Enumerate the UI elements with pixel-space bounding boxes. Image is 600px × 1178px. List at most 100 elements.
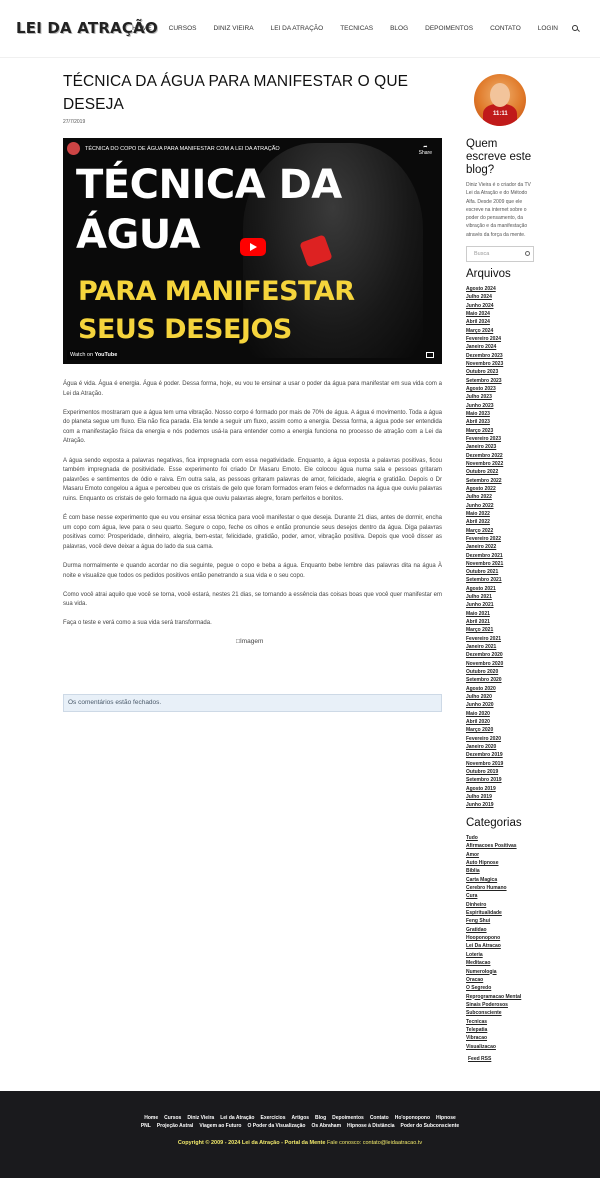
nav-contato[interactable]: CONTATO: [490, 25, 521, 32]
archive-link[interactable]: Fevereiro 2022: [466, 535, 536, 543]
category-link[interactable]: Tudo: [466, 834, 536, 842]
footer-link[interactable]: Projeção Astral: [157, 1123, 194, 1129]
archive-link[interactable]: Julho 2023: [466, 393, 536, 401]
archive-link[interactable]: Outubro 2020: [466, 668, 536, 676]
archive-link[interactable]: Janeiro 2023: [466, 443, 536, 451]
nav-lei-da-atracao[interactable]: LEI DA ATRAÇÃO: [271, 25, 324, 32]
archive-link[interactable]: Setembro 2020: [466, 676, 536, 684]
archive-link[interactable]: Dezembro 2020: [466, 651, 536, 659]
archive-link[interactable]: Novembro 2022: [466, 460, 536, 468]
archive-link[interactable]: Janeiro 2020: [466, 743, 536, 751]
archive-link[interactable]: Abril 2021: [466, 618, 536, 626]
search-icon[interactable]: [525, 251, 530, 256]
archive-link[interactable]: Abril 2023: [466, 418, 536, 426]
category-link[interactable]: Dinheiro: [466, 901, 536, 909]
archive-link[interactable]: Julho 2024: [466, 293, 536, 301]
archive-link[interactable]: Agosto 2024: [466, 285, 536, 293]
archive-link[interactable]: Dezembro 2023: [466, 352, 536, 360]
category-link[interactable]: Lei Da Atracao: [466, 942, 536, 950]
play-button[interactable]: [240, 238, 266, 256]
category-link[interactable]: Numerologia: [466, 968, 536, 976]
video-player[interactable]: TÉCNICA DO COPO DE ÁGUA PARA MANIFESTAR …: [63, 138, 442, 364]
watch-on-youtube[interactable]: Watch on YouTube: [67, 350, 121, 360]
footer-link[interactable]: Ho'oponopono: [395, 1115, 430, 1121]
archive-link[interactable]: Junho 2023: [466, 402, 536, 410]
archive-link[interactable]: Outubro 2019: [466, 768, 536, 776]
category-link[interactable]: Gratidao: [466, 926, 536, 934]
archive-link[interactable]: Maio 2024: [466, 310, 536, 318]
archive-link[interactable]: Outubro 2021: [466, 568, 536, 576]
archive-link[interactable]: Junho 2019: [466, 801, 536, 809]
category-link[interactable]: Reprogramacao Mental: [466, 993, 536, 1001]
footer-link[interactable]: Blog: [315, 1115, 326, 1121]
archive-link[interactable]: Setembro 2021: [466, 576, 536, 584]
footer-link[interactable]: O Poder da Visualização: [247, 1123, 305, 1129]
archive-link[interactable]: Junho 2020: [466, 701, 536, 709]
category-link[interactable]: Feng Shui: [466, 917, 536, 925]
archive-link[interactable]: Setembro 2019: [466, 776, 536, 784]
category-link[interactable]: Amor: [466, 851, 536, 859]
rss-link[interactable]: Feed RSS: [468, 1056, 491, 1062]
archive-link[interactable]: Agosto 2021: [466, 585, 536, 593]
share-button[interactable]: ➦ Share: [419, 144, 432, 156]
category-link[interactable]: Loteria: [466, 951, 536, 959]
footer-link[interactable]: Cursos: [164, 1115, 181, 1121]
archive-link[interactable]: Junho 2021: [466, 601, 536, 609]
archive-link[interactable]: Fevereiro 2023: [466, 435, 536, 443]
archive-link[interactable]: Julho 2020: [466, 693, 536, 701]
archive-link[interactable]: Janeiro 2021: [466, 643, 536, 651]
archive-link[interactable]: Dezembro 2019: [466, 751, 536, 759]
archive-link[interactable]: Fevereiro 2021: [466, 635, 536, 643]
archive-link[interactable]: Março 2023: [466, 427, 536, 435]
archive-link[interactable]: Novembro 2023: [466, 360, 536, 368]
footer-link[interactable]: Lei da Atração: [220, 1115, 254, 1121]
category-link[interactable]: Meditacao: [466, 959, 536, 967]
nav-depoimentos[interactable]: DEPOIMENTOS: [425, 25, 473, 32]
footer-link[interactable]: Depoimentos: [332, 1115, 364, 1121]
category-link[interactable]: Auto Hipnose: [466, 859, 536, 867]
archive-link[interactable]: Maio 2021: [466, 610, 536, 618]
archive-link[interactable]: Janeiro 2022: [466, 543, 536, 551]
category-link[interactable]: Biblia: [466, 867, 536, 875]
category-link[interactable]: Telepatia: [466, 1026, 536, 1034]
archive-link[interactable]: Novembro 2020: [466, 660, 536, 668]
archive-link[interactable]: Maio 2020: [466, 710, 536, 718]
search-icon[interactable]: [572, 25, 578, 31]
nav-diniz-vieira[interactable]: DINIZ VIEIRA: [213, 25, 253, 32]
archive-link[interactable]: Agosto 2022: [466, 485, 536, 493]
nav-home[interactable]: Home: [132, 25, 152, 32]
footer-link[interactable]: Hipnose à Distância: [347, 1123, 395, 1129]
category-link[interactable]: Oracao: [466, 976, 536, 984]
archive-link[interactable]: Agosto 2023: [466, 385, 536, 393]
archive-link[interactable]: Março 2021: [466, 626, 536, 634]
archive-link[interactable]: Junho 2022: [466, 502, 536, 510]
archive-link[interactable]: Novembro 2021: [466, 560, 536, 568]
archive-link[interactable]: Dezembro 2022: [466, 452, 536, 460]
footer-link[interactable]: Diniz Vieira: [187, 1115, 214, 1121]
archive-link[interactable]: Fevereiro 2024: [466, 335, 536, 343]
archive-link[interactable]: Julho 2021: [466, 593, 536, 601]
fullscreen-icon[interactable]: [426, 352, 434, 358]
category-link[interactable]: Tecnicas: [466, 1018, 536, 1026]
archive-link[interactable]: Maio 2022: [466, 510, 536, 518]
archive-link[interactable]: Março 2020: [466, 726, 536, 734]
archive-link[interactable]: Março 2022: [466, 527, 536, 535]
archive-link[interactable]: Outubro 2022: [466, 468, 536, 476]
archive-link[interactable]: Junho 2024: [466, 302, 536, 310]
category-link[interactable]: Espiritualidade: [466, 909, 536, 917]
category-link[interactable]: Visualizacao: [466, 1043, 536, 1051]
nav-blog[interactable]: BLOG: [390, 25, 408, 32]
archive-link[interactable]: Setembro 2022: [466, 477, 536, 485]
contact-email[interactable]: Fale conosco: contato@leidaatracao.tv: [327, 1140, 422, 1146]
category-link[interactable]: Hooponopono: [466, 934, 536, 942]
archive-link[interactable]: Maio 2023: [466, 410, 536, 418]
category-link[interactable]: O Segredo: [466, 984, 536, 992]
archive-link[interactable]: Dezembro 2021: [466, 552, 536, 560]
footer-link[interactable]: Home: [144, 1115, 158, 1121]
archive-link[interactable]: Julho 2022: [466, 493, 536, 501]
category-link[interactable]: Cura: [466, 892, 536, 900]
archive-link[interactable]: Fevereiro 2020: [466, 735, 536, 743]
archive-link[interactable]: Agosto 2019: [466, 785, 536, 793]
footer-link[interactable]: Contato: [370, 1115, 389, 1121]
nav-cursos[interactable]: CURSOS: [169, 25, 197, 32]
